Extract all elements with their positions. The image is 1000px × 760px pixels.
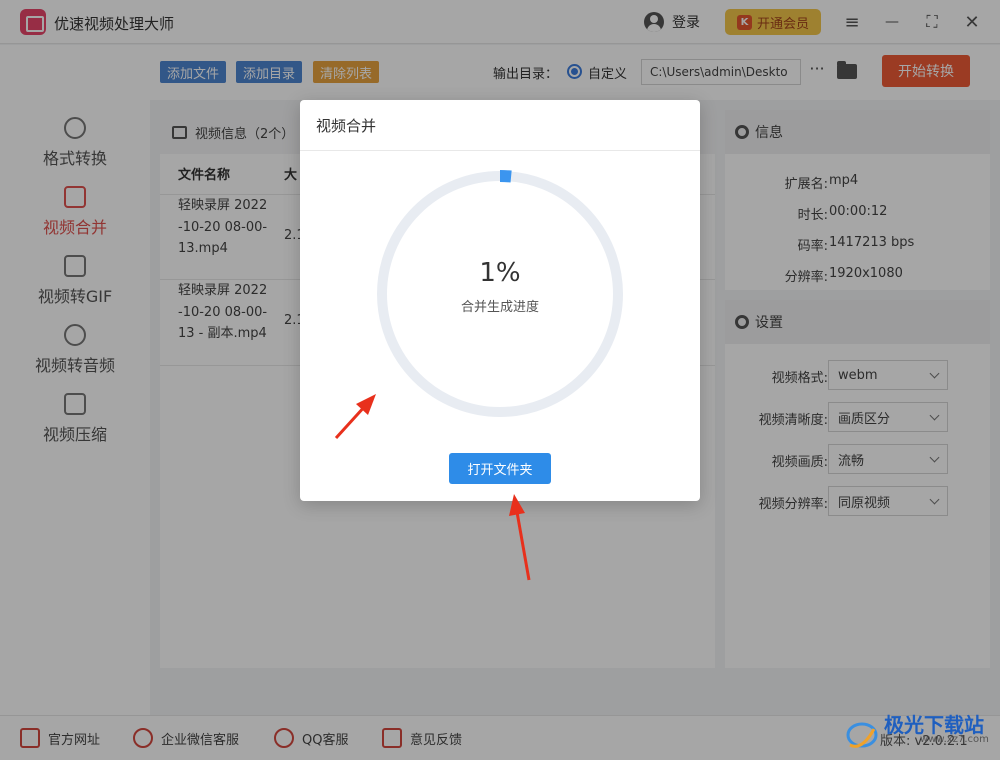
- watermark-url: www.xz7.com: [920, 734, 989, 745]
- progress-ring: [376, 170, 624, 418]
- merge-progress-dialog: 视频合并 1% 合并生成进度 打开文件夹: [300, 100, 700, 501]
- open-folder-button[interactable]: 打开文件夹: [449, 453, 551, 484]
- dialog-title: 视频合并: [316, 117, 377, 135]
- progress-label: 合并生成进度: [460, 300, 539, 315]
- dialog-divider: [300, 150, 700, 151]
- progress-percent: 1%: [479, 258, 521, 288]
- progress-ring-track: [377, 171, 623, 417]
